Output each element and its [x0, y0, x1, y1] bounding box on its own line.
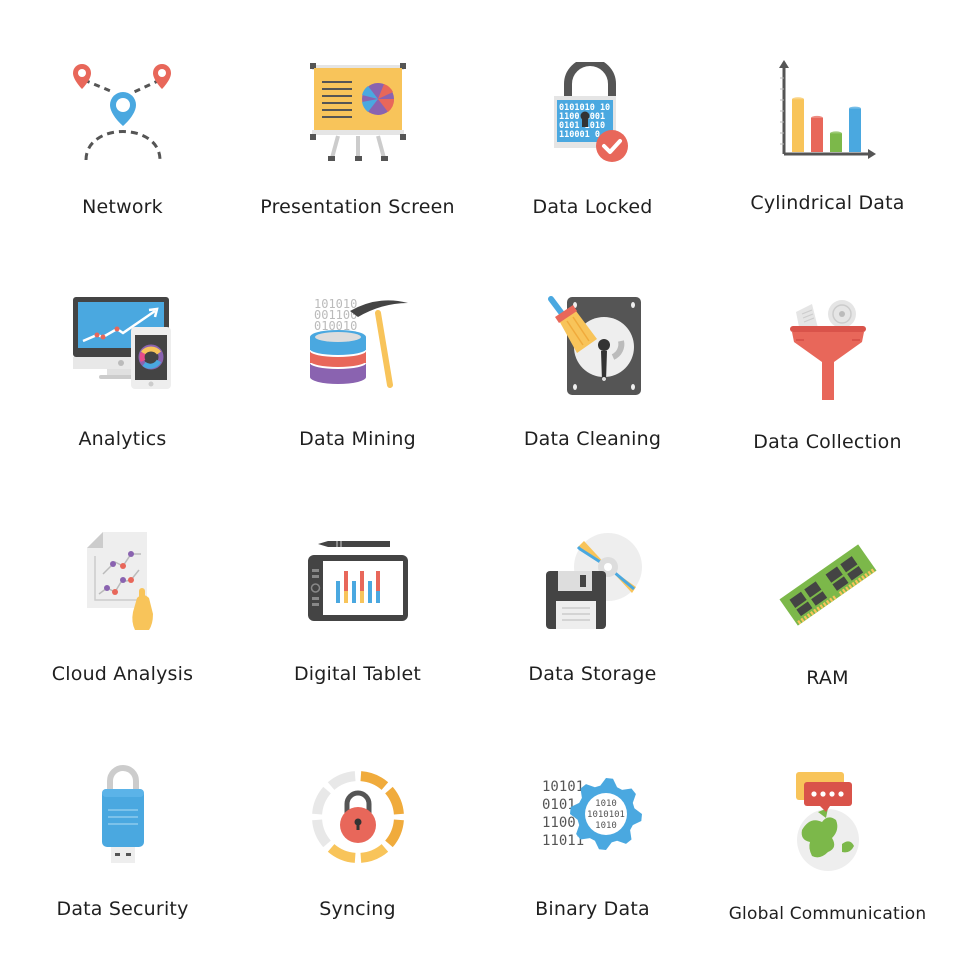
icon-label: Data Security — [56, 898, 189, 920]
icon-label: Data Locked — [532, 196, 653, 218]
icon-card-analytics: Analytics — [5, 240, 240, 475]
icon-label: RAM — [806, 667, 849, 689]
icon-card-cylindrical-data: Cylindrical Data — [710, 0, 945, 240]
icon-card-binary-data: 10101 0101 1100 11011 1010 1010101 1010 … — [475, 710, 710, 950]
cylinder-bar — [810, 117, 823, 152]
icon-card-presentation-screen: Presentation Screen — [240, 0, 475, 240]
sync-segment — [311, 819, 331, 848]
icon-card-data-mining: 101010 001100 010010 Data Mining — [240, 240, 475, 475]
monitor-phone-chart-icon — [72, 297, 171, 389]
icon-label: Data Collection — [753, 431, 902, 453]
icon-label: Data Mining — [299, 428, 416, 450]
bars-group — [791, 97, 861, 152]
usb-lock-icon — [101, 765, 144, 863]
icon-card-ram: RAM — [710, 475, 945, 710]
cylinder-bar — [829, 133, 842, 152]
ram-module-icon — [779, 544, 876, 626]
icon-label: Analytics — [78, 428, 167, 450]
icon-card-cloud-analysis: Cloud Analysis — [5, 475, 240, 710]
icon-card-data-cleaning: Data Cleaning — [475, 240, 710, 475]
icon-card-data-storage: Data Storage — [475, 475, 710, 710]
icon-card-network: Network — [5, 0, 240, 240]
icon-label: Syncing — [319, 898, 396, 920]
sync-segment — [384, 786, 404, 815]
cylinder-cap — [810, 115, 823, 120]
cylinder-bar — [791, 99, 804, 152]
icon-label: Global Communication — [728, 904, 927, 924]
tablet-pen-icon — [307, 541, 408, 621]
gear-binary-row: 1010 — [595, 799, 617, 809]
binary-gear-icon: 10101 0101 1100 11011 1010 1010101 1010 — [542, 778, 642, 850]
sync-segment — [311, 786, 331, 815]
sync-segment — [360, 844, 388, 863]
funnel-icon — [789, 300, 866, 400]
sync-lock-icon — [311, 771, 404, 863]
binary-row: 10101 — [542, 779, 584, 795]
floppy-cd-icon — [545, 533, 642, 629]
globe-chat-icon — [795, 772, 859, 871]
document-chart-hand-icon — [86, 532, 153, 630]
icon-label: Network — [82, 196, 163, 218]
padlock-binary-icon: 0101010 10 1100 1001 0101 1010 110001 0 — [553, 62, 628, 162]
icon-label: Presentation Screen — [260, 196, 455, 218]
sync-segment — [327, 771, 355, 790]
network-icon — [72, 64, 171, 161]
icon-card-digital-tablet: Digital Tablet — [240, 475, 475, 710]
gear-binary-row: 1010101 — [587, 810, 625, 820]
icon-card-data-security: Data Security — [5, 710, 240, 950]
sync-segment — [327, 844, 355, 863]
icon-label: Cloud Analysis — [51, 663, 194, 685]
icon-label: Binary Data — [535, 898, 650, 920]
cylinder-cap — [848, 106, 861, 111]
icon-label: Cylindrical Data — [750, 192, 905, 214]
gear-binary-row: 1010 — [595, 821, 617, 831]
icon-label: Data Cleaning — [523, 428, 662, 450]
presentation-board-icon — [309, 63, 406, 161]
database-pickaxe-icon: 101010 001100 010010 — [309, 297, 408, 388]
icon-card-global-communication: Global Communication — [710, 710, 945, 950]
bar-chart-icon — [778, 60, 876, 159]
icon-label: Digital Tablet — [293, 663, 422, 685]
sync-segment — [384, 819, 404, 848]
icon-card-data-locked: 0101010 10 1100 1001 0101 1010 110001 0 … — [475, 0, 710, 240]
icon-card-syncing: Syncing — [240, 710, 475, 950]
cylinder-cap — [829, 131, 842, 136]
icon-label: Data Storage — [528, 663, 657, 685]
cylinder-bar — [848, 108, 861, 152]
cylinder-cap — [791, 97, 804, 102]
svg-text:110001 0: 110001 0 — [559, 130, 600, 140]
hard-drive-brush-icon — [547, 296, 641, 395]
icon-card-data-collection: Data Collection — [710, 240, 945, 475]
binary-row: 1100 — [542, 815, 576, 831]
sync-segment — [360, 771, 388, 790]
